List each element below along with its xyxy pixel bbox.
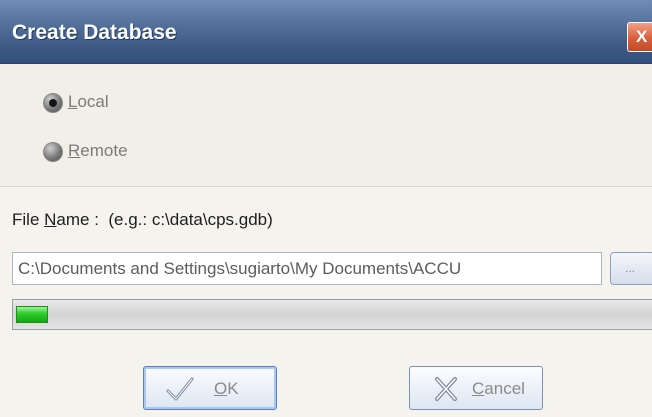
remote-radio-label[interactable]: Remote xyxy=(68,141,128,161)
remote-radio[interactable] xyxy=(43,142,63,162)
cancel-button-label: Cancel xyxy=(472,379,525,398)
browse-button[interactable]: ... xyxy=(610,252,652,285)
file-name-label: File Name : (e.g.: c:\data\cps.gdb) xyxy=(12,210,273,229)
ok-button[interactable]: OK xyxy=(143,366,277,410)
location-group: Local Remote xyxy=(0,64,652,187)
file-path-input[interactable]: C:\Documents and Settings\sugiarto\My Do… xyxy=(12,252,602,285)
window-title: Create Database xyxy=(12,21,177,44)
local-radio[interactable] xyxy=(43,93,63,113)
local-radio-label[interactable]: Local xyxy=(68,92,109,112)
close-button[interactable]: X xyxy=(627,22,652,52)
progress-bar xyxy=(12,299,652,330)
ok-button-label: OK xyxy=(214,379,239,398)
cancel-button[interactable]: Cancel xyxy=(409,366,543,410)
close-icon: X xyxy=(636,27,648,46)
check-icon xyxy=(166,377,194,401)
title-bar[interactable]: Create Database X xyxy=(0,0,652,64)
cancel-x-icon xyxy=(435,377,457,401)
progress-fill xyxy=(16,306,48,323)
